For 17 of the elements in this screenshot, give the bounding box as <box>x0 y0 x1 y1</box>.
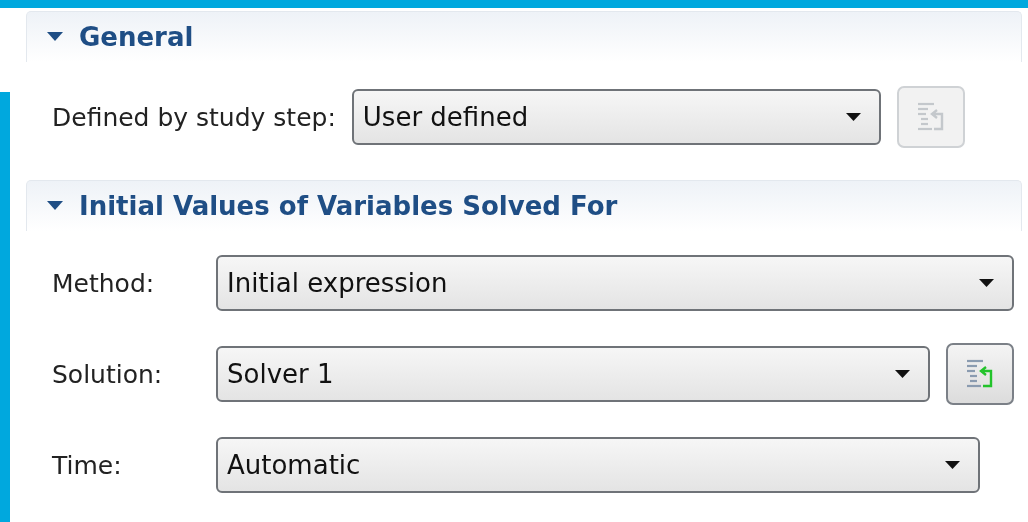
apply-button[interactable] <box>946 343 1014 405</box>
field-label: Method: <box>52 268 156 298</box>
dropdown-arrow-icon <box>895 369 910 379</box>
collapse-icon <box>47 32 63 42</box>
section-header[interactable]: General <box>26 11 1022 62</box>
dropdown[interactable]: Initial expression <box>216 255 1014 311</box>
collapse-icon <box>47 201 63 211</box>
field-label: Time: <box>52 450 123 480</box>
dropdown-arrow-icon <box>845 112 861 122</box>
field-label: Defined by study step: <box>52 102 336 132</box>
dropdown[interactable]: Solver 1 <box>216 346 930 402</box>
section-header[interactable]: Initial Values of Variables Solved For <box>26 180 1022 231</box>
field-label: Solution: <box>52 359 164 389</box>
dropdown-arrow-icon <box>945 460 960 470</box>
dropdown[interactable]: User defined <box>351 89 881 145</box>
dropdown[interactable]: Automatic <box>216 437 980 493</box>
dropdown-arrow-icon <box>979 278 994 288</box>
